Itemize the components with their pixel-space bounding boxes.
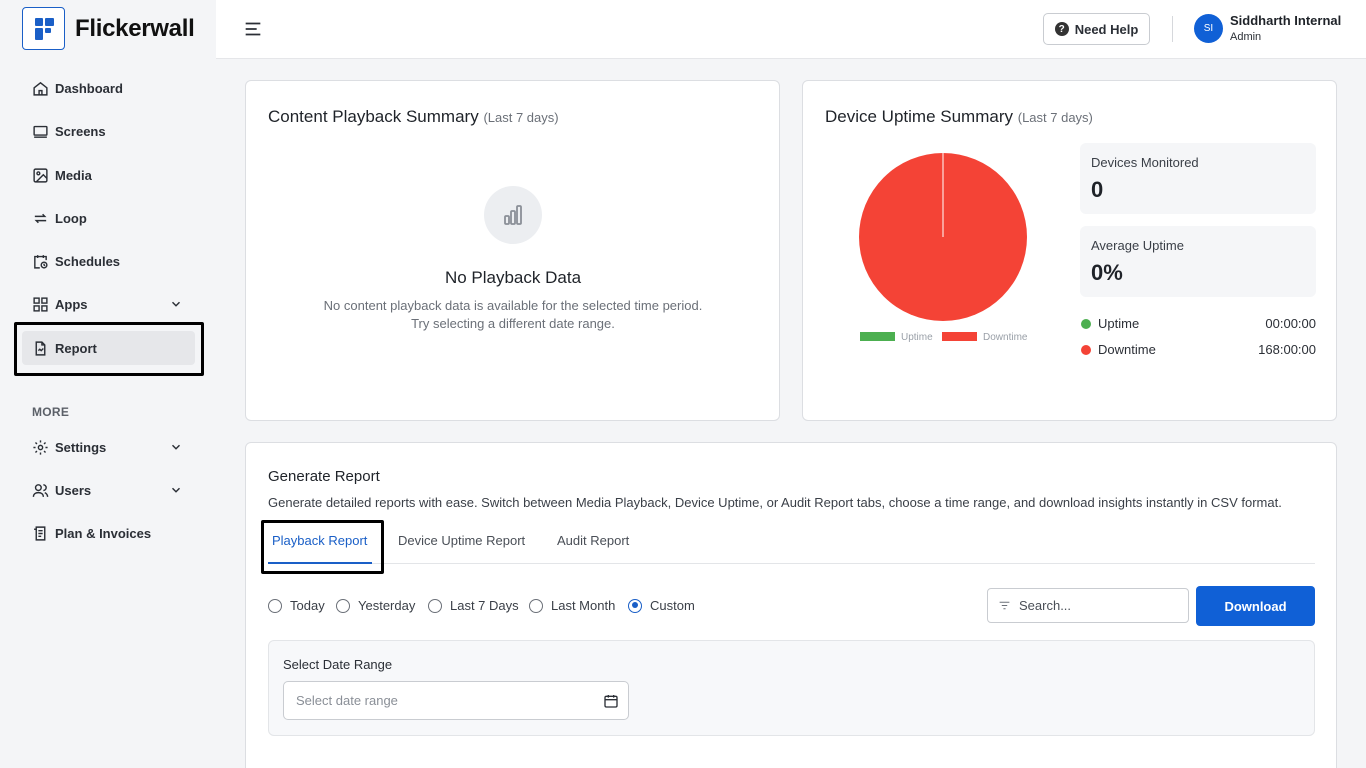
devices-monitored-value: 0 bbox=[1091, 177, 1104, 202]
empty-state-description: No content playback data is available fo… bbox=[323, 298, 703, 331]
downtime-legend-row: Downtime 168:00:00 bbox=[1080, 341, 1316, 361]
chevron-down-icon bbox=[171, 487, 181, 493]
sidebar-item-dashboard[interactable]: Dashboard bbox=[22, 71, 195, 105]
header-divider bbox=[1172, 16, 1173, 42]
pie-legend-swatch-uptime bbox=[860, 332, 895, 341]
sidebar-item-label: Settings bbox=[55, 439, 107, 455]
average-uptime-stat: Average Uptime 0% bbox=[1080, 226, 1316, 297]
uptime-dot bbox=[1081, 319, 1091, 329]
sidebar-item-users[interactable]: Users bbox=[22, 473, 195, 507]
range-last-month-radio[interactable]: Last Month bbox=[529, 598, 615, 613]
chevron-down-icon bbox=[171, 444, 181, 450]
sidebar-section-label: MORE bbox=[32, 405, 70, 419]
downtime-dot bbox=[1081, 345, 1091, 355]
sidebar-item-label: Apps bbox=[55, 296, 88, 312]
sidebar-item-label: Screens bbox=[55, 123, 106, 139]
pie-legend-label-downtime: Downtime bbox=[983, 332, 1028, 343]
tabs-divider bbox=[268, 563, 1315, 564]
logo-icon bbox=[22, 7, 65, 50]
uptime-summary-period: (Last 7 days) bbox=[1017, 110, 1093, 125]
pie-legend-label-uptime: Uptime bbox=[901, 332, 933, 343]
average-uptime-label: Average Uptime bbox=[1091, 238, 1184, 253]
calendar-icon[interactable] bbox=[603, 693, 619, 709]
devices-monitored-stat: Devices Monitored 0 bbox=[1080, 143, 1316, 214]
radio-circle bbox=[336, 598, 350, 613]
monitor-icon bbox=[33, 125, 48, 138]
top-header: ? Need Help SI Siddharth Internal Admin bbox=[216, 0, 1366, 59]
downtime-legend-name: Downtime bbox=[1098, 342, 1156, 357]
users-icon bbox=[32, 483, 49, 497]
sidebar-item-screens[interactable]: Screens bbox=[22, 114, 195, 148]
sidebar-item-label: Dashboard bbox=[55, 80, 123, 96]
sidebar-item-settings[interactable]: Settings bbox=[22, 430, 195, 464]
focus-highlight bbox=[261, 520, 384, 574]
radio-circle bbox=[268, 598, 282, 613]
focus-highlight bbox=[14, 322, 204, 376]
app-name: Flickerwall bbox=[75, 14, 195, 42]
sidebar-item-label: Plan & Invoices bbox=[55, 525, 152, 541]
apps-grid-icon bbox=[33, 296, 48, 312]
playback-summary-period: (Last 7 days) bbox=[483, 110, 559, 125]
range-yesterday-radio[interactable]: Yesterday bbox=[336, 598, 415, 613]
help-icon: ? bbox=[1054, 22, 1069, 36]
date-range-panel: Select Date Range bbox=[268, 640, 1315, 736]
need-help-button[interactable]: ? Need Help bbox=[1043, 13, 1150, 45]
playback-summary-title: Content Playback Summary (Last 7 days) bbox=[268, 107, 559, 126]
range-today-radio[interactable]: Today bbox=[268, 598, 325, 613]
home-icon bbox=[33, 81, 48, 96]
pie-legend-swatch-downtime bbox=[942, 332, 977, 341]
gear-icon bbox=[33, 439, 48, 455]
downtime-legend-value: 168:00:00 bbox=[1258, 342, 1316, 357]
menu-icon[interactable] bbox=[242, 18, 264, 40]
sidebar-item-schedules[interactable]: Schedules bbox=[22, 244, 195, 278]
bar-chart-icon bbox=[484, 186, 542, 244]
date-range-field[interactable] bbox=[283, 681, 629, 720]
radio-circle bbox=[529, 598, 543, 613]
loop-icon bbox=[34, 213, 47, 223]
generate-report-description: Generate detailed reports with ease. Swi… bbox=[268, 495, 1282, 510]
range-last-7-days-radio[interactable]: Last 7 Days bbox=[428, 598, 519, 613]
tab-device-uptime-report[interactable]: Device Uptime Report bbox=[398, 533, 525, 548]
sidebar-item-loop[interactable]: Loop bbox=[22, 201, 195, 235]
radio-circle bbox=[428, 598, 442, 613]
tab-audit-report[interactable]: Audit Report bbox=[557, 533, 629, 548]
generate-report-card: Generate Report Generate detailed report… bbox=[245, 442, 1337, 768]
range-custom-radio[interactable]: Custom bbox=[628, 598, 695, 613]
user-name[interactable]: Siddharth Internal bbox=[1230, 13, 1341, 28]
search-input[interactable] bbox=[1019, 598, 1179, 613]
sidebar-item-media[interactable]: Media bbox=[22, 158, 195, 192]
radio-circle bbox=[628, 598, 642, 613]
date-range-input[interactable] bbox=[296, 693, 586, 708]
filter-icon bbox=[999, 601, 1010, 610]
playback-summary-card: Content Playback Summary (Last 7 days) N… bbox=[245, 80, 780, 421]
sidebar-item-label: Users bbox=[55, 482, 92, 498]
average-uptime-value: 0% bbox=[1091, 260, 1123, 285]
need-help-label: Need Help bbox=[1074, 21, 1139, 37]
generate-report-title: Generate Report bbox=[268, 468, 380, 485]
app-logo[interactable]: Flickerwall bbox=[22, 7, 195, 50]
uptime-legend-value: 00:00:00 bbox=[1265, 316, 1316, 331]
sidebar-item-plan-invoices[interactable]: Plan & Invoices bbox=[22, 516, 195, 550]
uptime-pie-chart: Uptime Downtime bbox=[859, 153, 1028, 343]
uptime-legend-name: Uptime bbox=[1098, 316, 1140, 331]
download-button[interactable]: Download bbox=[1196, 586, 1315, 626]
sidebar-item-label: Schedules bbox=[55, 253, 121, 269]
uptime-summary-title: Device Uptime Summary (Last 7 days) bbox=[825, 107, 1093, 126]
sidebar-item-apps[interactable]: Apps bbox=[22, 287, 195, 321]
chevron-down-icon bbox=[171, 301, 181, 307]
sidebar-item-label: Loop bbox=[55, 210, 87, 226]
date-range-label: Select Date Range bbox=[283, 657, 393, 672]
calendar-clock-icon bbox=[34, 254, 48, 269]
uptime-summary-card: Device Uptime Summary (Last 7 days) Upti… bbox=[802, 80, 1337, 421]
user-role: Admin bbox=[1230, 31, 1262, 43]
empty-state-title: No Playback Data bbox=[444, 268, 582, 287]
sidebar-item-label: Media bbox=[55, 167, 92, 183]
report-search[interactable] bbox=[987, 588, 1189, 623]
invoice-icon bbox=[34, 525, 46, 541]
devices-monitored-label: Devices Monitored bbox=[1091, 155, 1199, 170]
uptime-legend-row: Uptime 00:00:00 bbox=[1080, 315, 1316, 335]
avatar[interactable]: SI bbox=[1194, 14, 1223, 43]
sidebar: Flickerwall Dashboard Screens Media Loop… bbox=[0, 0, 216, 768]
image-icon bbox=[33, 167, 48, 183]
